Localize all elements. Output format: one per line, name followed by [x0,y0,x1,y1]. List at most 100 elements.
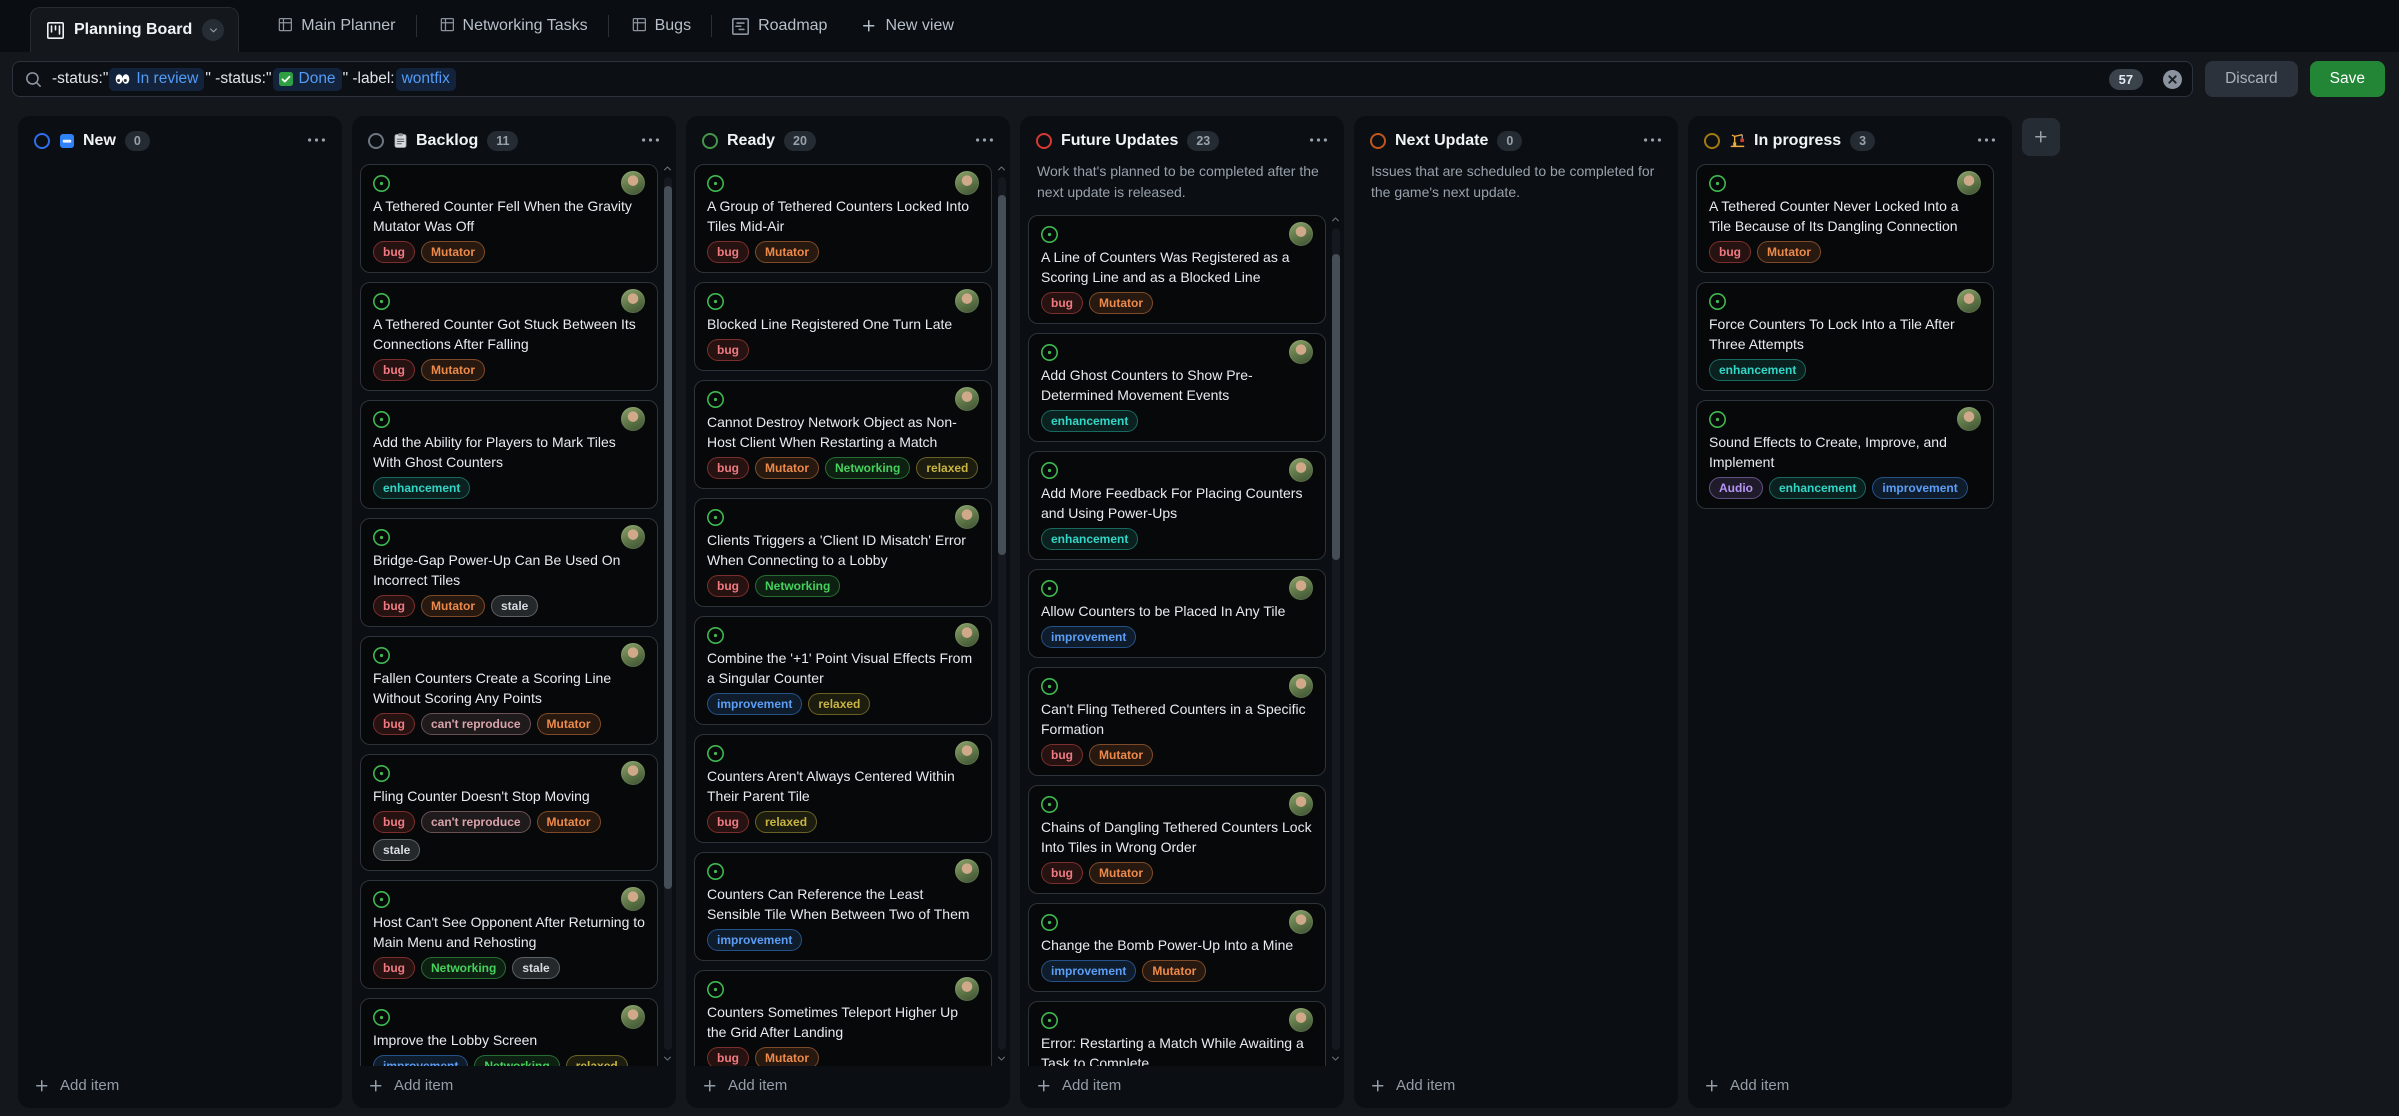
assignee-avatar[interactable] [955,741,979,765]
issue-title[interactable]: Counters Aren't Always Centered Within T… [707,766,979,806]
label-pill[interactable]: Mutator [1089,744,1153,766]
issue-card[interactable]: Can't Fling Tethered Counters in a Speci… [1028,667,1326,776]
assignee-avatar[interactable] [1289,910,1313,934]
label-pill[interactable]: enhancement [1769,477,1866,499]
issue-card[interactable]: Improve the Lobby Screen improvementNetw… [360,998,658,1066]
assignee-avatar[interactable] [1289,222,1313,246]
issue-card[interactable]: Sound Effects to Create, Improve, and Im… [1696,400,1994,509]
label-pill[interactable]: Mutator [755,1047,819,1066]
issue-title[interactable]: Force Counters To Lock Into a Tile After… [1709,314,1981,354]
label-pill[interactable]: bug [373,957,415,979]
issue-title[interactable]: Bridge-Gap Power-Up Can Be Used On Incor… [373,550,645,590]
column-scrollbar[interactable] [995,163,1008,1064]
label-pill[interactable]: improvement [707,693,802,715]
issue-card[interactable]: A Group of Tethered Counters Locked Into… [694,164,992,273]
tab-networking-tasks[interactable]: Networking Tasks [421,9,604,43]
assignee-avatar[interactable] [621,887,645,911]
scroll-up-icon[interactable] [996,163,1007,174]
label-pill[interactable]: Mutator [421,241,485,263]
scroll-up-icon[interactable] [662,163,673,174]
label-pill[interactable]: Mutator [1757,241,1821,263]
assignee-avatar[interactable] [955,623,979,647]
filter-input[interactable]: -status:"In review" -status:"Done" -labe… [12,61,2193,97]
issue-card[interactable]: Counters Aren't Always Centered Within T… [694,734,992,843]
label-pill[interactable]: Audio [1709,477,1763,499]
label-pill[interactable]: Networking [755,575,840,597]
label-pill[interactable]: stale [373,839,420,861]
add-item-button[interactable]: Add item [1354,1066,1678,1108]
label-pill[interactable]: Mutator [1089,862,1153,884]
assignee-avatar[interactable] [955,505,979,529]
label-pill[interactable]: bug [1041,292,1083,314]
tab-planning-board[interactable]: Planning Board [30,7,239,52]
issue-card[interactable]: A Tethered Counter Got Stuck Between Its… [360,282,658,391]
label-pill[interactable]: stale [512,957,559,979]
assignee-avatar[interactable] [1289,576,1313,600]
issue-title[interactable]: A Tethered Counter Never Locked Into a T… [1709,196,1981,236]
add-item-button[interactable]: Add item [1020,1066,1344,1108]
filter-token[interactable]: In review [109,68,204,91]
save-button[interactable]: Save [2310,61,2385,97]
issue-title[interactable]: Add the Ability for Players to Mark Tile… [373,432,645,472]
tab-main-planner[interactable]: Main Planner [259,9,411,43]
label-pill[interactable]: can't reproduce [421,713,531,735]
issue-title[interactable]: Cannot Destroy Network Object as Non-Hos… [707,412,979,452]
column-menu-button[interactable] [305,129,328,152]
label-pill[interactable]: bug [707,1047,749,1066]
label-pill[interactable]: Mutator [1089,292,1153,314]
assignee-avatar[interactable] [955,387,979,411]
label-pill[interactable]: Networking [421,957,506,979]
label-pill[interactable]: bug [707,339,749,361]
label-pill[interactable]: can't reproduce [421,811,531,833]
issue-card[interactable]: Clients Triggers a 'Client ID Misatch' E… [694,498,992,607]
column-menu-button[interactable] [973,129,996,152]
issue-card[interactable]: Counters Sometimes Teleport Higher Up th… [694,970,992,1066]
assignee-avatar[interactable] [1289,458,1313,482]
label-pill[interactable]: bug [1041,862,1083,884]
assignee-avatar[interactable] [621,761,645,785]
issue-card[interactable]: Allow Counters to be Placed In Any Tile … [1028,569,1326,658]
label-pill[interactable]: enhancement [373,477,470,499]
issue-title[interactable]: Fallen Counters Create a Scoring Line Wi… [373,668,645,708]
assignee-avatar[interactable] [955,977,979,1001]
issue-title[interactable]: Add Ghost Counters to Show Pre-Determine… [1041,365,1313,405]
label-pill[interactable]: bug [1041,744,1083,766]
assignee-avatar[interactable] [1289,1008,1313,1032]
add-item-button[interactable]: Add item [352,1066,676,1108]
issue-title[interactable]: Error: Restarting a Match While Awaiting… [1041,1033,1313,1066]
assignee-avatar[interactable] [955,171,979,195]
clear-filter-button[interactable] [2163,70,2182,89]
label-pill[interactable]: Networking [474,1055,559,1066]
add-item-button[interactable]: Add item [686,1066,1010,1108]
issue-title[interactable]: Can't Fling Tethered Counters in a Speci… [1041,699,1313,739]
assignee-avatar[interactable] [1289,340,1313,364]
issue-title[interactable]: A Line of Counters Was Registered as a S… [1041,247,1313,287]
new-view-button[interactable]: New view [845,9,969,43]
issue-title[interactable]: Change the Bomb Power-Up Into a Mine [1041,935,1313,955]
issue-title[interactable]: A Tethered Counter Got Stuck Between Its… [373,314,645,354]
assignee-avatar[interactable] [1289,674,1313,698]
issue-title[interactable]: A Tethered Counter Fell When the Gravity… [373,196,645,236]
issue-title[interactable]: Counters Sometimes Teleport Higher Up th… [707,1002,979,1042]
assignee-avatar[interactable] [621,289,645,313]
label-pill[interactable]: enhancement [1709,359,1806,381]
issue-title[interactable]: Combine the '+1' Point Visual Effects Fr… [707,648,979,688]
scrollbar-thumb[interactable] [1332,254,1340,560]
issue-title[interactable]: Blocked Line Registered One Turn Late [707,314,979,334]
assignee-avatar[interactable] [1957,289,1981,313]
label-pill[interactable]: stale [491,595,538,617]
label-pill[interactable]: Mutator [421,359,485,381]
issue-card[interactable]: Combine the '+1' Point Visual Effects Fr… [694,616,992,725]
label-pill[interactable]: relaxed [755,811,817,833]
label-pill[interactable]: Mutator [755,457,819,479]
issue-title[interactable]: Chains of Dangling Tethered Counters Loc… [1041,817,1313,857]
label-pill[interactable]: Networking [825,457,910,479]
column-menu-button[interactable] [1975,129,1998,152]
scrollbar-thumb[interactable] [664,186,672,889]
issue-card[interactable]: Fallen Counters Create a Scoring Line Wi… [360,636,658,745]
label-pill[interactable]: Mutator [755,241,819,263]
issue-card[interactable]: Blocked Line Registered One Turn Late bu… [694,282,992,371]
tab-bugs[interactable]: Bugs [613,9,707,43]
label-pill[interactable]: relaxed [808,693,870,715]
issue-title[interactable]: Counters Can Reference the Least Sensibl… [707,884,979,924]
